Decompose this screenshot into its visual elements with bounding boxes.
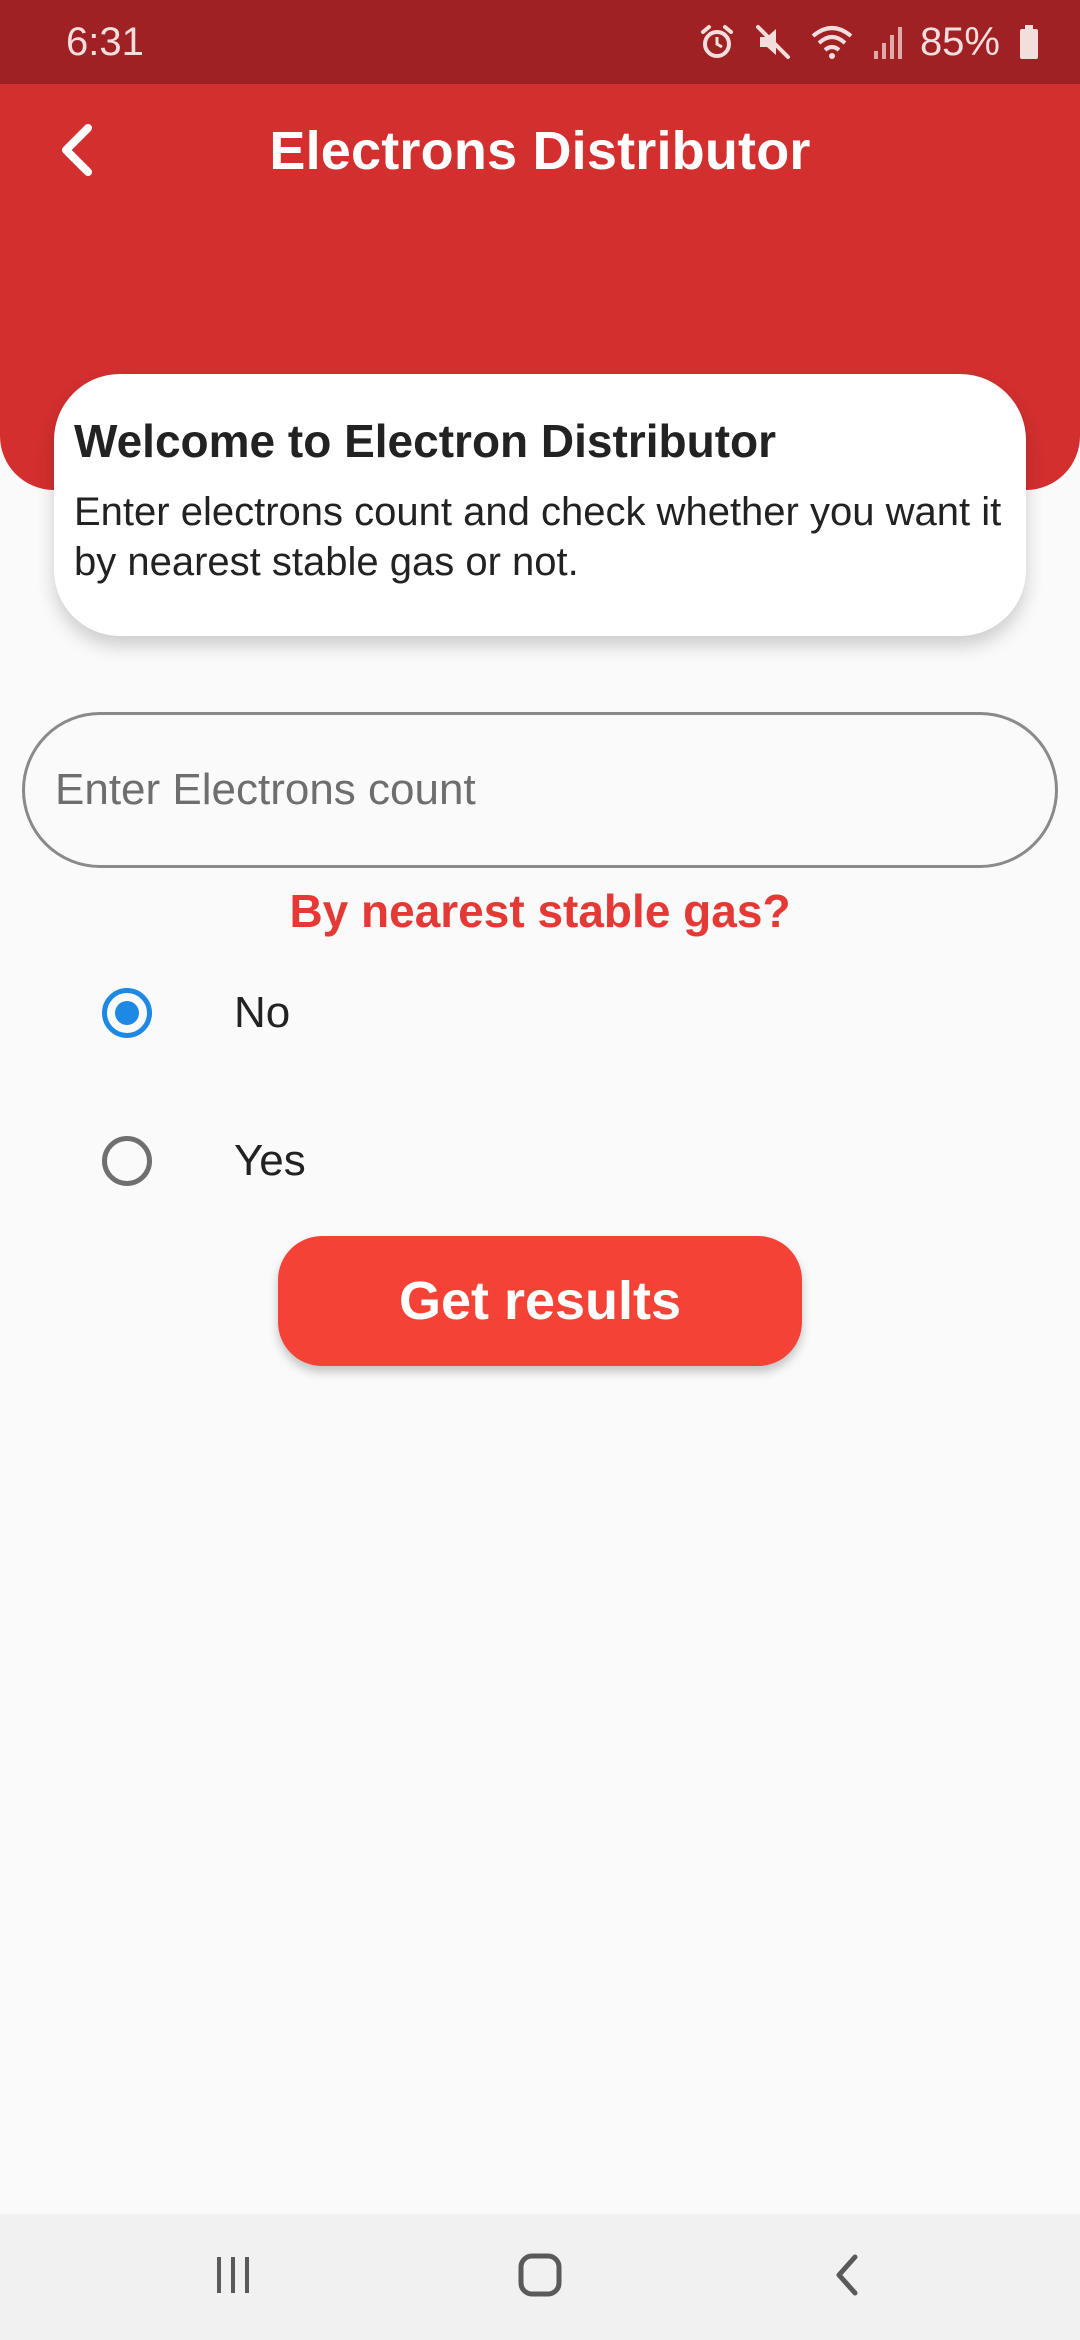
recent-apps-button[interactable] xyxy=(173,2227,293,2327)
alarm-icon xyxy=(698,23,736,61)
electrons-count-input[interactable] xyxy=(22,712,1058,868)
radio-yes[interactable] xyxy=(102,1136,152,1186)
recent-apps-icon xyxy=(211,2253,255,2302)
page-title: Electrons Distributor xyxy=(269,121,811,181)
option-no-label: No xyxy=(234,988,291,1037)
mute-icon xyxy=(754,23,792,61)
get-results-button[interactable]: Get results xyxy=(278,1236,802,1366)
welcome-card: Welcome to Electron Distributor Enter el… xyxy=(54,374,1026,636)
welcome-description: Enter electrons count and check whether … xyxy=(74,490,1002,585)
nearest-gas-question: By nearest stable gas? xyxy=(289,885,791,937)
home-icon xyxy=(516,2251,564,2304)
battery-icon xyxy=(1018,23,1040,61)
status-bar: 6:31 85% xyxy=(0,0,1080,84)
option-yes-label: Yes xyxy=(234,1136,306,1185)
welcome-title: Welcome to Electron Distributor xyxy=(74,415,777,467)
wifi-icon xyxy=(810,23,854,61)
system-nav-bar xyxy=(0,2214,1080,2340)
radio-no-selected[interactable] xyxy=(102,988,152,1038)
status-icons: 85% xyxy=(698,20,1040,65)
screen: 6:31 85% Electrons Distributor Welcome t… xyxy=(0,0,1080,2340)
option-no[interactable]: No xyxy=(60,958,1020,1068)
nav-back-icon xyxy=(829,2251,865,2304)
option-yes[interactable]: Yes xyxy=(60,1106,1020,1216)
signal-icon xyxy=(872,23,902,61)
home-button[interactable] xyxy=(480,2227,600,2327)
status-time: 6:31 xyxy=(66,19,144,64)
nav-back-button[interactable] xyxy=(787,2227,907,2327)
battery-percent: 85% xyxy=(919,19,1000,64)
